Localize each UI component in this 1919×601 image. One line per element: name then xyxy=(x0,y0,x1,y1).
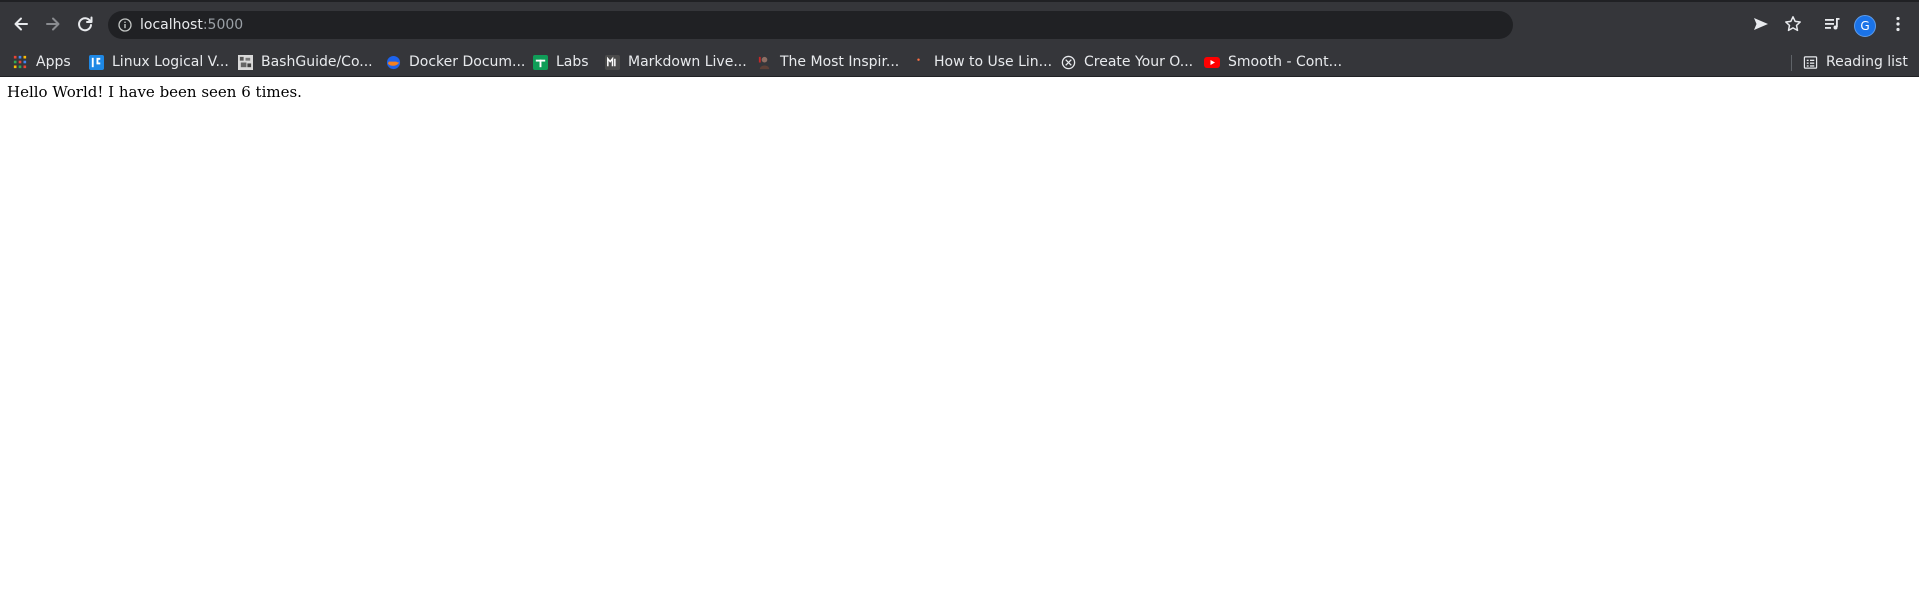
arrow-left-icon xyxy=(14,17,28,31)
inspire-favicon xyxy=(756,54,772,70)
url-text[interactable]: localhost:5000 xyxy=(140,17,243,33)
url-host: localhost xyxy=(140,17,203,33)
kebab-menu-icon xyxy=(1896,16,1900,32)
bookmark-most-inspiring[interactable]: The Most Inspir... xyxy=(756,51,899,73)
page-content: Hello World! I have been seen 6 times. xyxy=(0,77,1919,601)
send-tab-button[interactable] xyxy=(1749,12,1773,36)
linux-logical-favicon xyxy=(88,54,104,70)
reading-list-icon xyxy=(1802,54,1818,70)
bookmark-linux-logical[interactable]: Linux Logical V... xyxy=(88,51,229,73)
bookmark-label: Markdown Live... xyxy=(628,54,747,70)
bookmark-how-to-use[interactable]: How to Use Lin... xyxy=(910,51,1052,73)
bookmark-create-your[interactable]: Create Your O... xyxy=(1060,51,1193,73)
bookmark-star-button[interactable] xyxy=(1781,12,1805,36)
bookmark-label: Linux Logical V... xyxy=(112,54,229,70)
bookmarks-divider xyxy=(1791,55,1792,71)
reload-button[interactable] xyxy=(73,12,97,36)
send-icon xyxy=(1754,18,1768,30)
reading-list-button[interactable]: Reading list xyxy=(1802,51,1908,73)
forward-button[interactable] xyxy=(41,12,65,36)
bookmark-docker-docs[interactable]: Docker Docum... xyxy=(385,51,525,73)
create-favicon xyxy=(1060,54,1076,70)
reading-list-label: Reading list xyxy=(1826,54,1908,70)
back-button[interactable] xyxy=(9,12,33,36)
youtube-favicon xyxy=(1204,54,1220,70)
bookmark-bashguide[interactable]: BashGuide/Co... xyxy=(237,51,373,73)
howto-favicon xyxy=(910,54,926,70)
info-icon[interactable] xyxy=(118,18,132,32)
bookmark-label: Smooth - Cont... xyxy=(1228,54,1343,70)
reload-icon xyxy=(78,16,93,32)
labs-favicon xyxy=(532,54,548,70)
browser-toolbar: localhost:5000 G xyxy=(0,0,1919,48)
bookmark-label: Labs xyxy=(556,54,589,70)
bookmark-label: Create Your O... xyxy=(1084,54,1194,70)
docker-favicon xyxy=(385,54,401,70)
star-icon xyxy=(1785,16,1801,32)
bookmark-smooth[interactable]: Smooth - Cont... xyxy=(1204,51,1342,73)
browser-menu-button[interactable] xyxy=(1886,12,1910,36)
media-controls-button[interactable] xyxy=(1820,12,1844,36)
address-bar[interactable]: localhost:5000 xyxy=(108,11,1513,39)
bookmarks-bar: Apps Linux Logical V... BashGuide/Co... xyxy=(0,48,1919,77)
visit-counter-message: Hello World! I have been seen 6 times. xyxy=(7,83,302,101)
media-queue-icon xyxy=(1825,18,1840,30)
bashguide-favicon xyxy=(237,54,253,70)
markdown-favicon xyxy=(604,54,620,70)
bookmark-markdown-live[interactable]: Markdown Live... xyxy=(604,51,747,73)
bookmark-label: Docker Docum... xyxy=(409,54,526,70)
url-port: :5000 xyxy=(202,17,244,33)
arrow-right-icon xyxy=(46,17,60,31)
bookmark-apps[interactable]: Apps xyxy=(12,51,71,73)
bookmark-label: BashGuide/Co... xyxy=(261,54,373,70)
profile-avatar[interactable]: G xyxy=(1854,15,1876,37)
apps-grid-icon xyxy=(12,54,28,70)
bookmark-label: Apps xyxy=(36,54,71,70)
bookmark-label: How to Use Lin... xyxy=(934,54,1053,70)
bookmark-labs[interactable]: Labs xyxy=(532,51,589,73)
bookmark-label: The Most Inspir... xyxy=(780,54,900,70)
